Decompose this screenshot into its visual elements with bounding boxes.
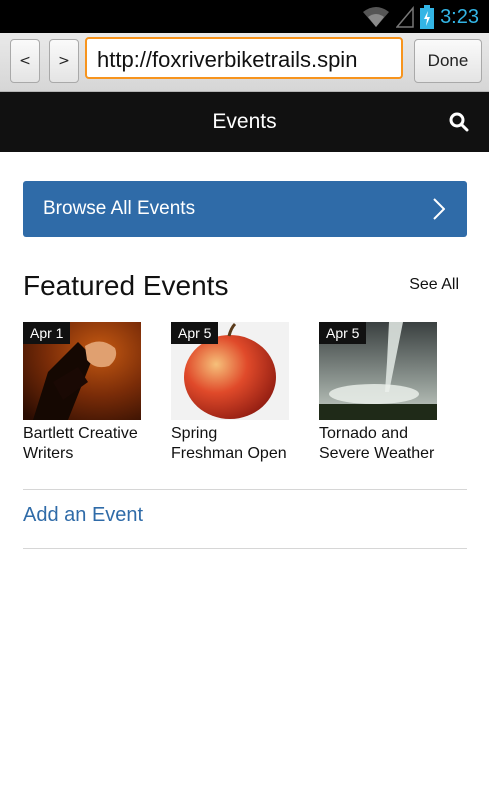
add-event-link[interactable]: Add an Event: [23, 504, 143, 527]
event-card[interactable]: Apr 1 Bartlett Creative Writers: [23, 322, 143, 464]
event-title[interactable]: Bartlett Creative Writers: [23, 424, 143, 464]
search-icon[interactable]: [449, 112, 469, 132]
event-thumbnail-tornado[interactable]: Apr 5: [319, 322, 437, 420]
chevron-right-icon: [433, 198, 445, 220]
app-header: Events: [0, 92, 489, 152]
event-date-badge: Apr 5: [319, 322, 367, 344]
wifi-icon: [363, 7, 390, 27]
event-card[interactable]: Apr 5 Spring Freshman Open: [171, 322, 291, 464]
status-bar: 3:23: [0, 0, 489, 33]
event-card[interactable]: Apr 5 Tornado and Severe Weather: [319, 322, 439, 464]
status-icons: 3:23: [362, 4, 479, 30]
event-thumbnail-apple[interactable]: Apr 5: [171, 322, 289, 420]
signal-icon: [396, 6, 414, 28]
battery-charging-icon: [420, 5, 435, 29]
divider: [23, 548, 467, 549]
done-button[interactable]: Done: [414, 39, 482, 83]
see-all-link[interactable]: See All: [409, 276, 459, 294]
event-title[interactable]: Spring Freshman Open: [171, 424, 291, 464]
divider: [23, 489, 467, 490]
page-title: Events: [212, 110, 277, 133]
event-date-badge: Apr 1: [23, 322, 71, 344]
back-button[interactable]: <: [10, 39, 40, 83]
event-title[interactable]: Tornado and Severe Weather: [319, 424, 439, 464]
browse-all-events-label: Browse All Events: [43, 198, 196, 219]
event-date-badge: Apr 5: [171, 322, 219, 344]
forward-button[interactable]: >: [49, 39, 79, 83]
browser-toolbar: < > http://foxriverbiketrails.spin Done: [0, 33, 489, 92]
url-input[interactable]: http://foxriverbiketrails.spin: [85, 37, 403, 79]
featured-events-heading: Featured Events: [23, 270, 229, 301]
browse-all-events-button[interactable]: Browse All Events: [23, 181, 467, 237]
event-thumbnail-reading[interactable]: Apr 1: [23, 322, 141, 420]
clock: 3:23: [440, 5, 479, 28]
